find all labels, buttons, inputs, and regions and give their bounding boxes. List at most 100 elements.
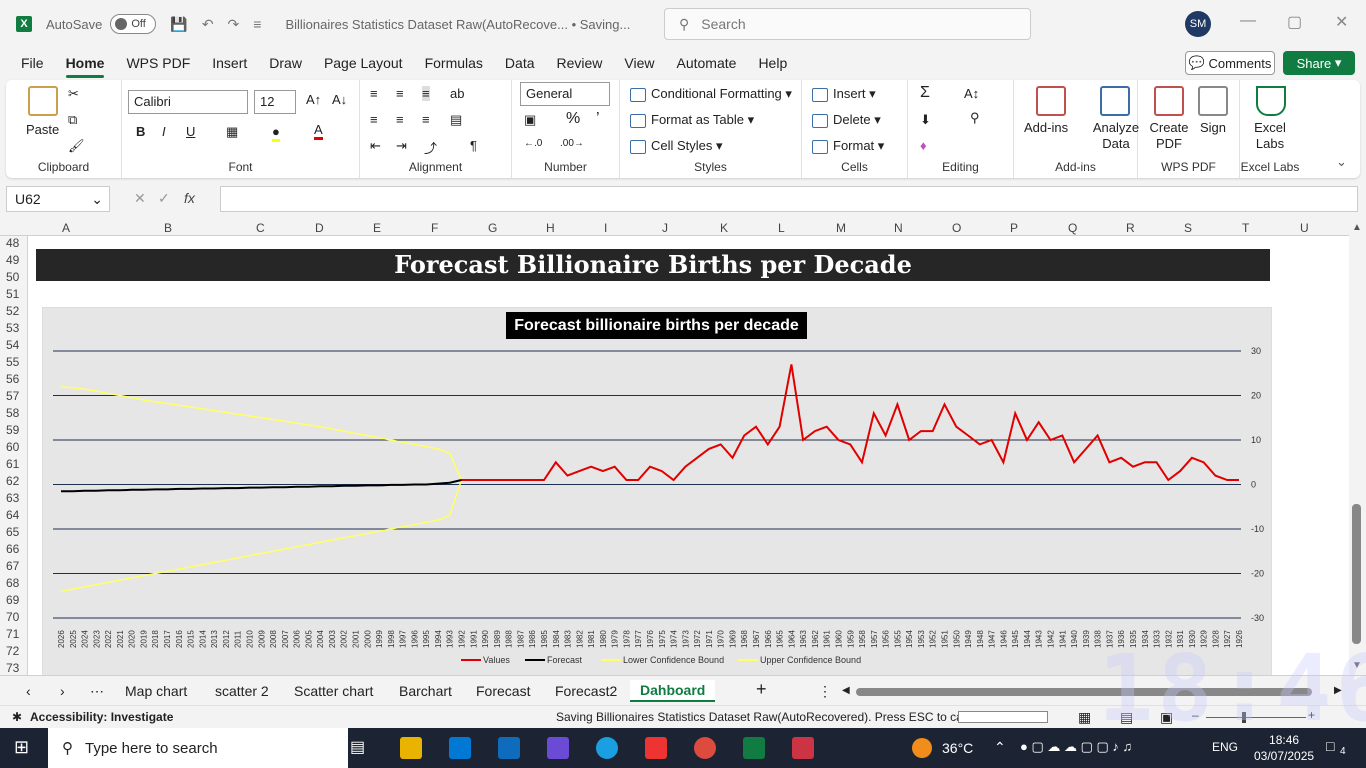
- column-header-u[interactable]: U: [1300, 221, 1309, 235]
- align-bottom-icon[interactable]: ≡: [422, 86, 430, 101]
- underline-button[interactable]: U: [186, 124, 195, 139]
- tab-dahboard[interactable]: Dahboard: [630, 680, 716, 702]
- redo-icon[interactable]: ↷: [228, 16, 240, 33]
- column-header-t[interactable]: T: [1242, 221, 1249, 235]
- row-header-55[interactable]: 55: [6, 355, 19, 369]
- weather-icon[interactable]: [912, 738, 932, 758]
- analyze-data-icon[interactable]: [1100, 86, 1130, 116]
- analyze-data-button[interactable]: Analyze Data: [1088, 120, 1144, 152]
- legend-label[interactable]: Forecast: [547, 655, 583, 665]
- decrease-font-icon[interactable]: A↓: [332, 92, 347, 107]
- row-header-70[interactable]: 70: [6, 610, 19, 624]
- taskbar-search[interactable]: ⚲ Type here to search: [48, 728, 348, 768]
- restore-icon[interactable]: ▢: [1287, 12, 1302, 32]
- column-header-f[interactable]: F: [431, 221, 438, 235]
- column-header-o[interactable]: O: [952, 221, 961, 235]
- worksheet-grid[interactable]: A B C D E F G H I J K L M N O P Q R S T U 48 49 50 51 52 53 54 55 56…: [0, 220, 1366, 675]
- values-line[interactable]: [461, 364, 1240, 482]
- tab-draw[interactable]: Draw: [258, 48, 313, 78]
- row-header-52[interactable]: 52: [6, 304, 19, 318]
- tab-scatter-chart[interactable]: Scatter chart: [294, 683, 373, 699]
- column-header-i[interactable]: I: [604, 221, 607, 235]
- next-sheet-icon[interactable]: ›: [60, 683, 65, 699]
- collapse-ribbon-icon[interactable]: ⌄: [1336, 154, 1347, 170]
- row-header-50[interactable]: 50: [6, 270, 19, 284]
- row-header-56[interactable]: 56: [6, 372, 19, 386]
- store-icon[interactable]: [449, 737, 471, 759]
- mail-icon[interactable]: [498, 737, 520, 759]
- increase-decimal-icon[interactable]: ←.0: [524, 138, 542, 149]
- tab-view[interactable]: View: [613, 48, 665, 78]
- legend-label[interactable]: Lower Confidence Bound: [623, 655, 724, 665]
- file-explorer-icon[interactable]: [400, 737, 422, 759]
- increase-indent-icon[interactable]: ⇥: [396, 138, 407, 154]
- column-header-r[interactable]: R: [1126, 221, 1135, 235]
- column-header-p[interactable]: P: [1010, 221, 1018, 235]
- text-direction-icon[interactable]: ¶: [470, 138, 477, 153]
- row-header-61[interactable]: 61: [6, 457, 19, 471]
- prev-sheet-icon[interactable]: ‹: [26, 683, 31, 699]
- paste-button[interactable]: Paste: [26, 122, 59, 137]
- row-header-48[interactable]: 48: [6, 236, 19, 250]
- more-sheets-icon[interactable]: ⋯: [90, 683, 104, 700]
- customize-qat-icon[interactable]: ≡: [253, 16, 261, 32]
- excel-labs-button[interactable]: Excel Labs: [1252, 120, 1288, 152]
- clear-icon[interactable]: ♦: [920, 138, 927, 153]
- row-header-57[interactable]: 57: [6, 389, 19, 403]
- scroll-up-icon[interactable]: ▲: [1352, 222, 1362, 233]
- minimize-icon[interactable]: —: [1240, 12, 1256, 30]
- save-icon[interactable]: 💾: [170, 16, 187, 33]
- conditional-formatting-button[interactable]: Conditional Formatting ▾: [630, 86, 792, 102]
- notification-count[interactable]: 4: [1340, 746, 1346, 757]
- column-header-d[interactable]: D: [315, 221, 324, 235]
- task-view-icon[interactable]: ▤: [350, 737, 365, 757]
- wrap-text-icon[interactable]: ab: [450, 86, 464, 101]
- vertical-scrollbar[interactable]: ▲ ▼: [1349, 220, 1366, 675]
- tab-help[interactable]: Help: [747, 48, 798, 78]
- m365-icon[interactable]: [547, 737, 569, 759]
- excel-labs-icon[interactable]: [1256, 86, 1286, 116]
- column-header-c[interactable]: C: [256, 221, 265, 235]
- sign-button[interactable]: Sign: [1200, 120, 1226, 135]
- font-size-select[interactable]: 12: [254, 90, 296, 114]
- enter-icon[interactable]: ✓: [158, 190, 170, 207]
- legend-label[interactable]: Values: [483, 655, 510, 665]
- tab-forecast[interactable]: Forecast: [476, 683, 530, 699]
- language-indicator[interactable]: ENG: [1212, 740, 1238, 754]
- tab-insert[interactable]: Insert: [201, 48, 258, 78]
- bold-button[interactable]: B: [136, 124, 145, 139]
- share-button[interactable]: Share ▾: [1283, 51, 1355, 75]
- align-center-icon[interactable]: ≡: [396, 112, 404, 127]
- windows-start-icon[interactable]: ⊞: [14, 737, 29, 758]
- column-header-g[interactable]: G: [488, 221, 497, 235]
- align-middle-icon[interactable]: ≡: [396, 86, 404, 101]
- row-header-65[interactable]: 65: [6, 525, 19, 539]
- decrease-indent-icon[interactable]: ⇤: [370, 138, 381, 154]
- align-right-icon[interactable]: ≡: [422, 112, 430, 127]
- tab-review[interactable]: Review: [546, 48, 614, 78]
- comma-icon[interactable]: ’: [596, 110, 600, 128]
- row-header-51[interactable]: 51: [6, 287, 19, 301]
- align-left-icon[interactable]: ≡: [370, 112, 378, 127]
- row-header-71[interactable]: 71: [6, 627, 19, 641]
- tab-data[interactable]: Data: [494, 48, 546, 78]
- font-name-select[interactable]: Calibri: [128, 90, 248, 114]
- fill-color-icon[interactable]: ●: [272, 124, 280, 142]
- autosum-icon[interactable]: Σ: [920, 84, 930, 102]
- format-as-table-button[interactable]: Format as Table ▾: [630, 112, 754, 128]
- merge-center-icon[interactable]: ▤: [450, 112, 462, 128]
- tab-forecast2[interactable]: Forecast2: [555, 683, 617, 699]
- column-header-b[interactable]: B: [164, 221, 172, 235]
- row-header-68[interactable]: 68: [6, 576, 19, 590]
- sign-icon[interactable]: [1198, 86, 1228, 116]
- vertical-scroll-thumb[interactable]: [1352, 504, 1361, 644]
- format-painter-icon[interactable]: 🖌: [68, 138, 85, 154]
- column-header-k[interactable]: K: [720, 221, 728, 235]
- row-header-69[interactable]: 69: [6, 593, 19, 607]
- borders-icon[interactable]: ▦: [226, 124, 238, 140]
- tab-options-icon[interactable]: ⋮: [818, 683, 832, 700]
- paste-icon[interactable]: [28, 86, 58, 116]
- row-header-67[interactable]: 67: [6, 559, 19, 573]
- tab-barchart[interactable]: Barchart: [399, 683, 452, 699]
- increase-font-icon[interactable]: A↑: [306, 92, 321, 107]
